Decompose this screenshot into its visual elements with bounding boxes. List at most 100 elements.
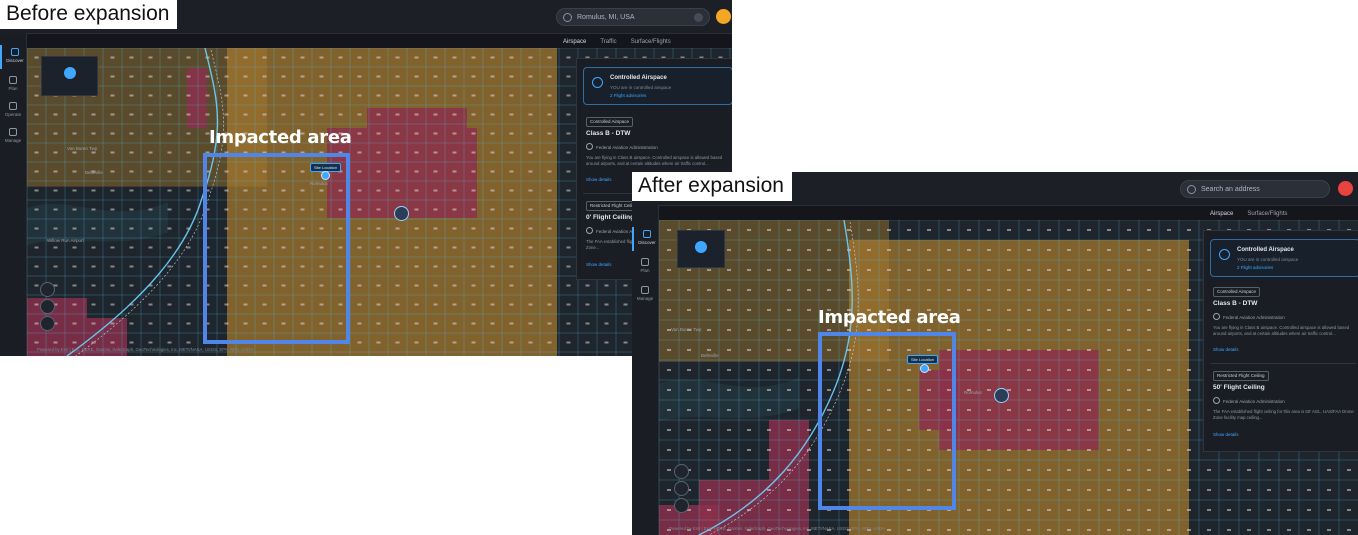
grid-cell-marker xyxy=(376,189,381,192)
clear-search-icon[interactable] xyxy=(694,13,703,22)
grid-cell-marker xyxy=(907,289,911,291)
grid-cell-marker xyxy=(414,151,419,154)
grid-cell-marker xyxy=(707,409,711,411)
search-input[interactable]: Romulus, MI, USA xyxy=(556,8,710,26)
show-details-link[interactable]: Show details xyxy=(586,262,612,267)
grid-cell-marker xyxy=(1047,449,1051,451)
nav-discover[interactable]: Discover xyxy=(632,227,660,251)
show-details-link[interactable]: Show details xyxy=(1213,347,1239,352)
grid-cell-marker xyxy=(667,489,671,491)
grid-cell-marker xyxy=(414,227,419,230)
before-caption: Before expansion xyxy=(0,0,178,29)
nav-manage[interactable]: Manage xyxy=(0,125,26,149)
flight-advisories-link[interactable]: 2 Flight advisories xyxy=(1237,265,1273,270)
grid-cell-marker xyxy=(1187,249,1191,251)
grid-cell-marker xyxy=(1127,309,1131,311)
operate-icon xyxy=(9,102,17,110)
grid-cell-marker xyxy=(1067,449,1071,451)
logo-icon xyxy=(695,241,707,253)
grid-cell-marker xyxy=(452,322,457,325)
nav-operate[interactable]: Operate xyxy=(0,99,26,123)
grid-cell-marker xyxy=(53,227,58,230)
grid-cell-marker xyxy=(1027,229,1031,231)
grid-cell-marker xyxy=(490,322,495,325)
grid-cell-marker xyxy=(1127,469,1131,471)
grid-cell-marker xyxy=(167,151,172,154)
grid-cell-marker xyxy=(1047,509,1051,511)
grid-cell-marker xyxy=(129,208,134,211)
grid-cell-marker xyxy=(1127,249,1131,251)
grid-cell-marker xyxy=(707,389,711,391)
grid-cell-marker xyxy=(376,303,381,306)
show-details-link[interactable]: Show details xyxy=(1213,432,1239,437)
nav-discover[interactable]: Discover xyxy=(0,45,28,69)
grid-cell-marker xyxy=(927,249,931,251)
grid-cell-marker xyxy=(547,56,552,59)
grid-cell-marker xyxy=(687,309,691,311)
grid-cell-marker xyxy=(471,56,476,59)
grid-cell-marker xyxy=(262,113,267,116)
grid-cell-marker xyxy=(395,303,400,306)
grid-cell-marker xyxy=(1067,349,1071,351)
profile-avatar[interactable] xyxy=(1338,181,1353,196)
controlled-airspace-card[interactable]: Controlled Airspace YOU are in controlle… xyxy=(1210,239,1358,277)
grid-cell-marker xyxy=(1247,529,1251,531)
card-subtitle: YOU are in controlled airspace xyxy=(1237,257,1299,262)
grid-cell-marker xyxy=(167,227,172,230)
grid-cell-marker xyxy=(585,341,590,344)
profile-avatar[interactable] xyxy=(716,9,731,24)
flight-advisories-link[interactable]: 2 Flight advisories xyxy=(610,93,646,98)
grid-cell-marker xyxy=(1047,409,1051,411)
nav-manage[interactable]: Manage xyxy=(632,283,658,307)
grid-cell-marker xyxy=(376,75,381,78)
search-input[interactable]: Search an address xyxy=(1180,180,1330,198)
controlled-airspace-card[interactable]: Controlled Airspace YOU are in controlle… xyxy=(583,67,732,105)
grid-cell-marker xyxy=(1247,509,1251,511)
grid-cell-marker xyxy=(1067,229,1071,231)
grid-cell-marker xyxy=(1047,269,1051,271)
grid-cell-marker xyxy=(1007,369,1011,371)
grid-cell-marker xyxy=(338,113,343,116)
grid-cell-marker xyxy=(1147,409,1151,411)
grid-cell-marker xyxy=(1027,449,1031,451)
grid-cell-marker xyxy=(987,409,991,411)
grid-cell-marker xyxy=(827,229,831,231)
grid-cell-marker xyxy=(129,265,134,268)
grid-cell-marker xyxy=(395,75,400,78)
grid-cell-marker xyxy=(547,227,552,230)
zoom-out-button[interactable] xyxy=(40,316,55,331)
grid-cell-marker xyxy=(767,229,771,231)
show-details-link[interactable]: Show details xyxy=(586,177,612,182)
locate-button[interactable] xyxy=(40,282,55,297)
airport-icon[interactable] xyxy=(994,388,1009,403)
grid-cell-marker xyxy=(727,409,731,411)
grid-cell-marker xyxy=(927,529,931,531)
search-value: Romulus, MI, USA xyxy=(577,14,635,21)
airport-icon[interactable] xyxy=(394,206,409,221)
grid-cell-marker xyxy=(148,94,153,97)
zoom-in-button[interactable] xyxy=(674,481,689,496)
grid-cell-marker xyxy=(1187,309,1191,311)
zoom-out-button[interactable] xyxy=(674,498,689,513)
grid-cell-marker xyxy=(53,246,58,249)
grid-cell-marker xyxy=(1007,349,1011,351)
grid-cell-marker xyxy=(490,246,495,249)
locate-button[interactable] xyxy=(674,464,689,479)
grid-cell-marker xyxy=(110,322,115,325)
grid-cell-marker xyxy=(1087,489,1091,491)
nav-plan[interactable]: Plan xyxy=(632,255,658,279)
zoom-in-button[interactable] xyxy=(40,299,55,314)
grid-cell-marker xyxy=(490,94,495,97)
grid-cell-marker xyxy=(129,322,134,325)
grid-cell-marker xyxy=(1087,309,1091,311)
search-icon xyxy=(1187,185,1196,194)
grid-cell-marker xyxy=(205,113,210,116)
authority: Federal Aviation Administration xyxy=(586,143,658,150)
grid-cell-marker xyxy=(1187,229,1191,231)
grid-cell-marker xyxy=(887,229,891,231)
nav-plan[interactable]: Plan xyxy=(0,73,26,97)
grid-cell-marker xyxy=(967,449,971,451)
grid-cell-marker xyxy=(1347,529,1351,531)
grid-cell-marker xyxy=(767,469,771,471)
grid-cell-marker xyxy=(509,246,514,249)
